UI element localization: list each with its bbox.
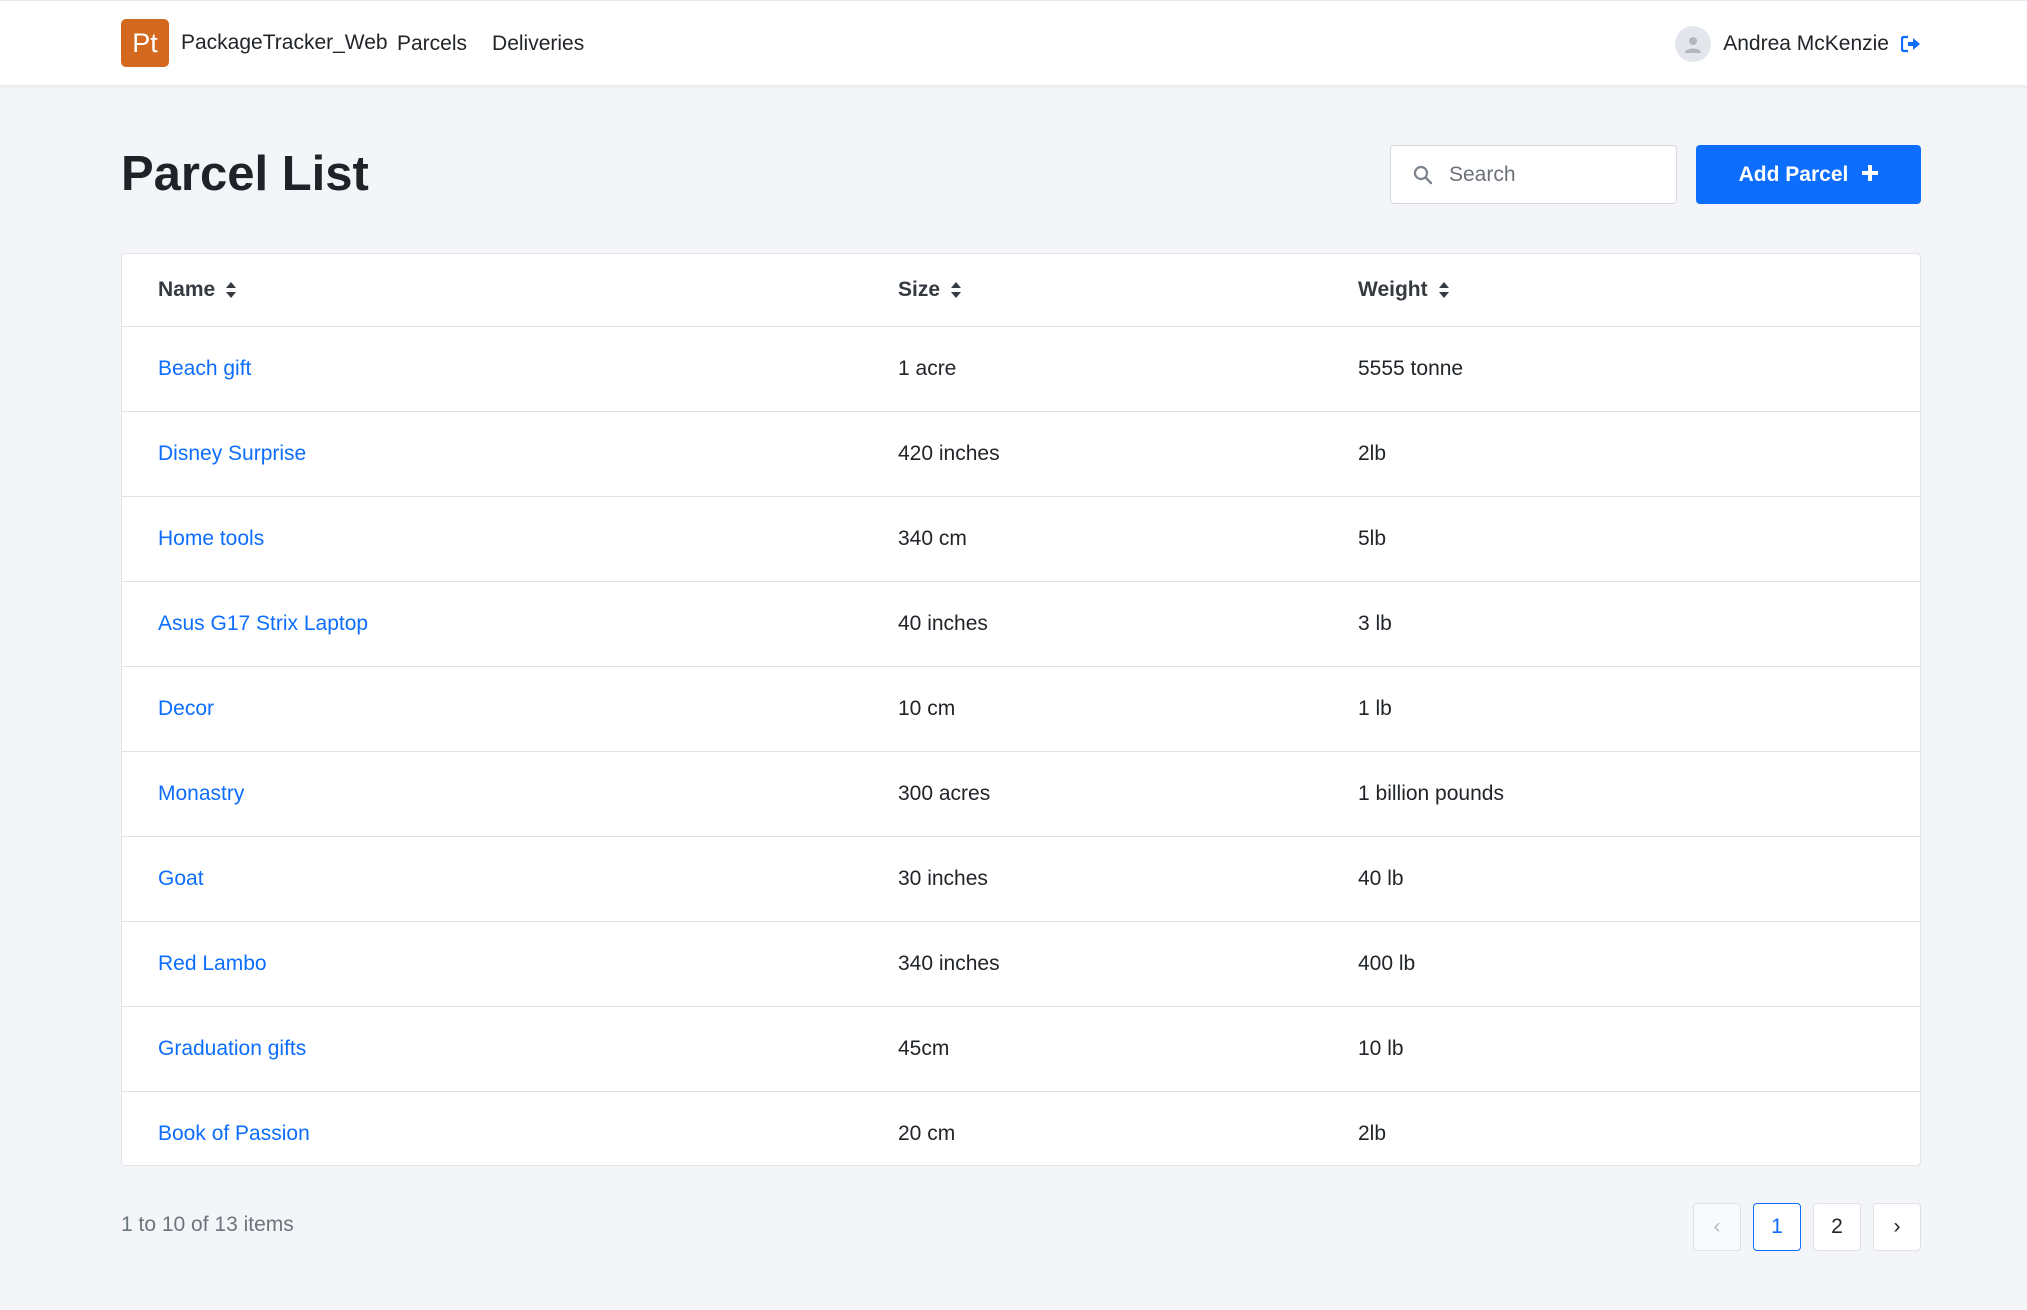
parcel-weight: 3 lb	[1358, 612, 1392, 635]
user-name[interactable]: Andrea McKenzie	[1723, 32, 1889, 56]
table-row: Monastry 300 acres 1 billion pounds	[122, 752, 1920, 837]
parcel-weight: 5555 tonne	[1358, 357, 1464, 380]
table-row: Graduation gifts 45cm 10 lb	[122, 1007, 1920, 1092]
table-row: Beach gift 1 acre 5555 tonne	[122, 327, 1920, 412]
parcel-size: 300 acres	[898, 782, 991, 805]
user-menu: Andrea McKenzie	[1675, 26, 1921, 62]
prev-page-button[interactable]: ‹	[1693, 1203, 1741, 1251]
parcel-size: 20 cm	[898, 1122, 956, 1145]
main-nav: Parcels Deliveries	[397, 32, 584, 56]
parcel-weight: 2lb	[1358, 1122, 1387, 1145]
parcel-name-link[interactable]: Decor	[158, 697, 214, 721]
parcel-weight: 1 billion pounds	[1358, 782, 1504, 805]
parcel-size: 340 inches	[898, 952, 1000, 975]
app-logo[interactable]: Pt	[121, 19, 169, 67]
parcel-name-link[interactable]: Graduation gifts	[158, 1037, 306, 1061]
parcel-name-link[interactable]: Red Lambo	[158, 952, 267, 976]
parcel-name-link[interactable]: Beach gift	[158, 357, 251, 381]
app-name[interactable]: PackageTracker_Web	[181, 31, 388, 55]
parcel-weight: 400 lb	[1358, 952, 1416, 975]
brand[interactable]: Pt PackageTracker_Web	[121, 19, 388, 67]
logout-icon[interactable]	[1901, 35, 1921, 53]
search-input[interactable]	[1447, 161, 1651, 188]
table-row: Red Lambo 340 inches 400 lb	[122, 922, 1920, 1007]
sort-icon[interactable]	[1438, 281, 1450, 299]
search-box[interactable]	[1390, 145, 1677, 204]
parcel-size: 420 inches	[898, 442, 1000, 465]
parcel-name-link[interactable]: Asus G17 Strix Laptop	[158, 612, 368, 636]
chevron-left-icon: ‹	[1713, 1215, 1721, 1238]
table-row: Book of Passion 20 cm 2lb	[122, 1092, 1920, 1165]
sort-icon[interactable]	[225, 281, 237, 299]
add-parcel-label: Add Parcel	[1738, 162, 1849, 186]
page-2-button[interactable]: 2	[1813, 1203, 1861, 1251]
parcel-weight: 1 lb	[1358, 697, 1392, 720]
parcel-name-link[interactable]: Monastry	[158, 782, 244, 806]
table-row: Home tools 340 cm 5lb	[122, 497, 1920, 582]
table-row: Decor 10 cm 1 lb	[122, 667, 1920, 752]
page-1-button[interactable]: 1	[1753, 1203, 1801, 1251]
column-header-name[interactable]: Name	[158, 254, 237, 326]
pagination: ‹ 1 2 ›	[1693, 1203, 1921, 1251]
parcel-size: 40 inches	[898, 612, 988, 635]
user-avatar-icon[interactable]	[1675, 26, 1712, 62]
column-header-weight[interactable]: Weight	[1358, 254, 1450, 326]
parcel-weight: 2lb	[1358, 442, 1387, 465]
top-navbar: Pt PackageTracker_Web Parcels Deliveries…	[0, 0, 2027, 85]
parcel-name-link[interactable]: Home tools	[158, 527, 264, 551]
parcel-name-link[interactable]: Goat	[158, 867, 204, 891]
nav-parcels[interactable]: Parcels	[397, 32, 467, 56]
parcel-name-link[interactable]: Book of Passion	[158, 1122, 310, 1146]
parcel-name-link[interactable]: Disney Surprise	[158, 442, 306, 466]
parcel-size: 340 cm	[898, 527, 967, 550]
parcel-size: 30 inches	[898, 867, 988, 890]
add-parcel-button[interactable]: Add Parcel	[1696, 145, 1921, 204]
parcel-size: 10 cm	[898, 697, 956, 720]
parcel-weight: 40 lb	[1358, 867, 1404, 890]
parcel-size: 45cm	[898, 1037, 950, 1060]
table-row: Asus G17 Strix Laptop 40 inches 3 lb	[122, 582, 1920, 667]
parcel-weight: 10 lb	[1358, 1037, 1404, 1060]
parcel-table: Name Size Weight Beach gift 1 acre 5555 …	[121, 253, 1921, 1166]
page-title: Parcel List	[121, 147, 369, 201]
column-header-size[interactable]: Size	[898, 254, 962, 326]
table-row: Goat 30 inches 40 lb	[122, 837, 1920, 922]
parcel-size: 1 acre	[898, 357, 957, 380]
table-header: Name Size Weight	[122, 254, 1920, 327]
chevron-right-icon: ›	[1893, 1215, 1901, 1238]
next-page-button[interactable]: ›	[1873, 1203, 1921, 1251]
table-row: Disney Surprise 420 inches 2lb	[122, 412, 1920, 497]
sort-icon[interactable]	[950, 281, 962, 299]
nav-deliveries[interactable]: Deliveries	[492, 32, 584, 56]
plus-icon	[1862, 163, 1879, 187]
pagination-summary: 1 to 10 of 13 items	[121, 1213, 294, 1236]
parcel-weight: 5lb	[1358, 527, 1387, 550]
search-icon	[1413, 165, 1433, 185]
